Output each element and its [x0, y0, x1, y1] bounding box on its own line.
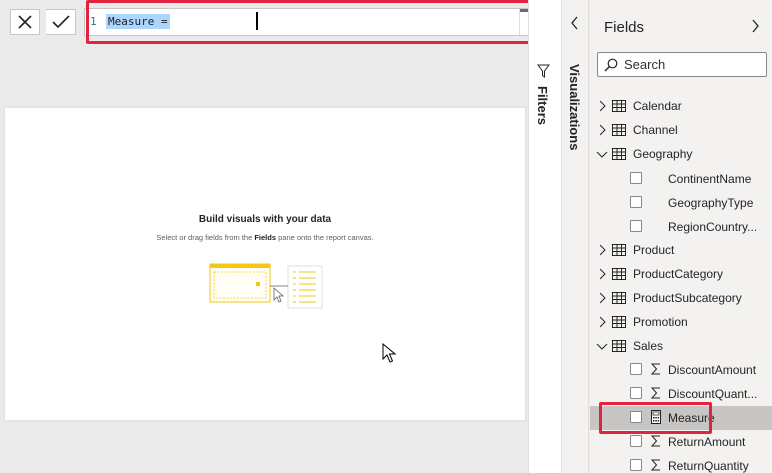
empty-visual-illustration-icon: [209, 263, 323, 309]
field-item-discountamount[interactable]: DiscountAmount: [590, 358, 772, 382]
field-checkbox[interactable]: [630, 387, 642, 399]
table-icon: [612, 124, 626, 136]
fields-title: Fields: [604, 19, 645, 36]
field-item-returnquantity[interactable]: ReturnQuantity: [590, 454, 772, 473]
report-canvas[interactable]: Build visuals with your data Select or d…: [5, 108, 525, 420]
table-item-productsubcategory[interactable]: ProductSubcategory: [590, 286, 772, 310]
sigma-icon: [650, 363, 660, 375]
chevron-right-icon[interactable]: [598, 292, 606, 304]
table-label: ProductCategory: [633, 267, 724, 281]
table-label: ProductSubcategory: [633, 291, 742, 305]
fields-search-box[interactable]: [597, 52, 767, 77]
field-label: DiscountAmount: [668, 363, 757, 377]
empty-sub-bold: Fields: [254, 233, 277, 242]
sigma-icon: [650, 387, 660, 399]
chevron-right-icon[interactable]: [598, 100, 606, 112]
fields-search-input[interactable]: [624, 56, 762, 73]
field-item-regioncountry[interactable]: RegionCountry...: [590, 215, 772, 239]
field-checkbox[interactable]: [630, 363, 642, 375]
table-label: Sales: [633, 339, 664, 353]
chevron-right-icon[interactable]: [598, 244, 606, 256]
table-icon: [612, 268, 626, 280]
chevron-down-icon[interactable]: [596, 342, 608, 350]
mouse-cursor-icon: [382, 343, 396, 363]
chevron-right-icon[interactable]: [598, 316, 606, 328]
table-icon: [612, 148, 626, 160]
chevron-right-icon[interactable]: [598, 124, 606, 136]
sigma-icon: [650, 459, 660, 471]
table-label: Channel: [633, 123, 678, 137]
formula-bar: 1 Measure =: [0, 0, 563, 44]
empty-sub-text: Select or drag fields from the: [156, 233, 255, 242]
measure-highlight-box: [599, 402, 712, 434]
filter-icon: [537, 64, 550, 78]
filters-label: Filters: [535, 86, 550, 126]
chevron-right-icon[interactable]: [750, 19, 760, 33]
visualizations-label: Visualizations: [567, 64, 582, 151]
chevron-left-icon[interactable]: [570, 16, 580, 30]
table-item-sales[interactable]: Sales: [590, 334, 772, 358]
field-item-geographytype[interactable]: GeographyType: [590, 191, 772, 215]
close-icon: [18, 15, 32, 29]
field-label: RegionCountry...: [668, 220, 758, 234]
field-label: ReturnQuantity: [668, 459, 749, 473]
table-icon: [612, 244, 626, 256]
cancel-formula-button[interactable]: [10, 9, 40, 35]
empty-state-title: Build visuals with your data: [198, 214, 332, 225]
field-label: DiscountQuant...: [668, 387, 758, 401]
sigma-icon: [650, 435, 660, 447]
table-icon: [612, 100, 626, 112]
chevron-right-icon[interactable]: [598, 268, 606, 280]
table-label: Promotion: [633, 315, 688, 329]
table-icon: [612, 340, 626, 352]
table-item-calendar[interactable]: Calendar: [590, 94, 772, 118]
table-icon: [612, 292, 626, 304]
checkmark-icon: [51, 15, 70, 29]
field-checkbox[interactable]: [630, 196, 642, 208]
filters-pane-tab[interactable]: Filters: [528, 64, 558, 144]
field-label: GeographyType: [668, 196, 754, 210]
table-icon: [612, 316, 626, 328]
field-checkbox[interactable]: [630, 459, 642, 471]
chevron-down-icon[interactable]: [596, 150, 608, 158]
field-label: ContinentName: [668, 172, 752, 186]
field-checkbox[interactable]: [630, 172, 642, 184]
commit-formula-button[interactable]: [46, 9, 76, 35]
field-item-continentname[interactable]: ContinentName: [590, 167, 772, 191]
table-label: Geography: [633, 147, 693, 161]
visualizations-pane-tab[interactable]: Visualizations: [561, 0, 589, 473]
field-checkbox[interactable]: [630, 220, 642, 232]
empty-state-subtitle: Select or drag fields from the Fields pa…: [155, 232, 375, 243]
table-label: Product: [633, 243, 675, 257]
field-checkbox[interactable]: [630, 435, 642, 447]
table-label: Calendar: [633, 99, 682, 113]
table-item-promotion[interactable]: Promotion: [590, 310, 772, 334]
table-item-channel[interactable]: Channel: [590, 118, 772, 142]
table-item-product[interactable]: Product: [590, 238, 772, 262]
search-icon: [604, 58, 618, 72]
empty-sub-text-end: pane onto the report canvas.: [276, 233, 374, 242]
formula-highlight-box: [86, 0, 563, 44]
table-item-productcategory[interactable]: ProductCategory: [590, 262, 772, 286]
table-item-geography[interactable]: Geography: [590, 142, 772, 166]
field-label: ReturnAmount: [668, 435, 746, 449]
